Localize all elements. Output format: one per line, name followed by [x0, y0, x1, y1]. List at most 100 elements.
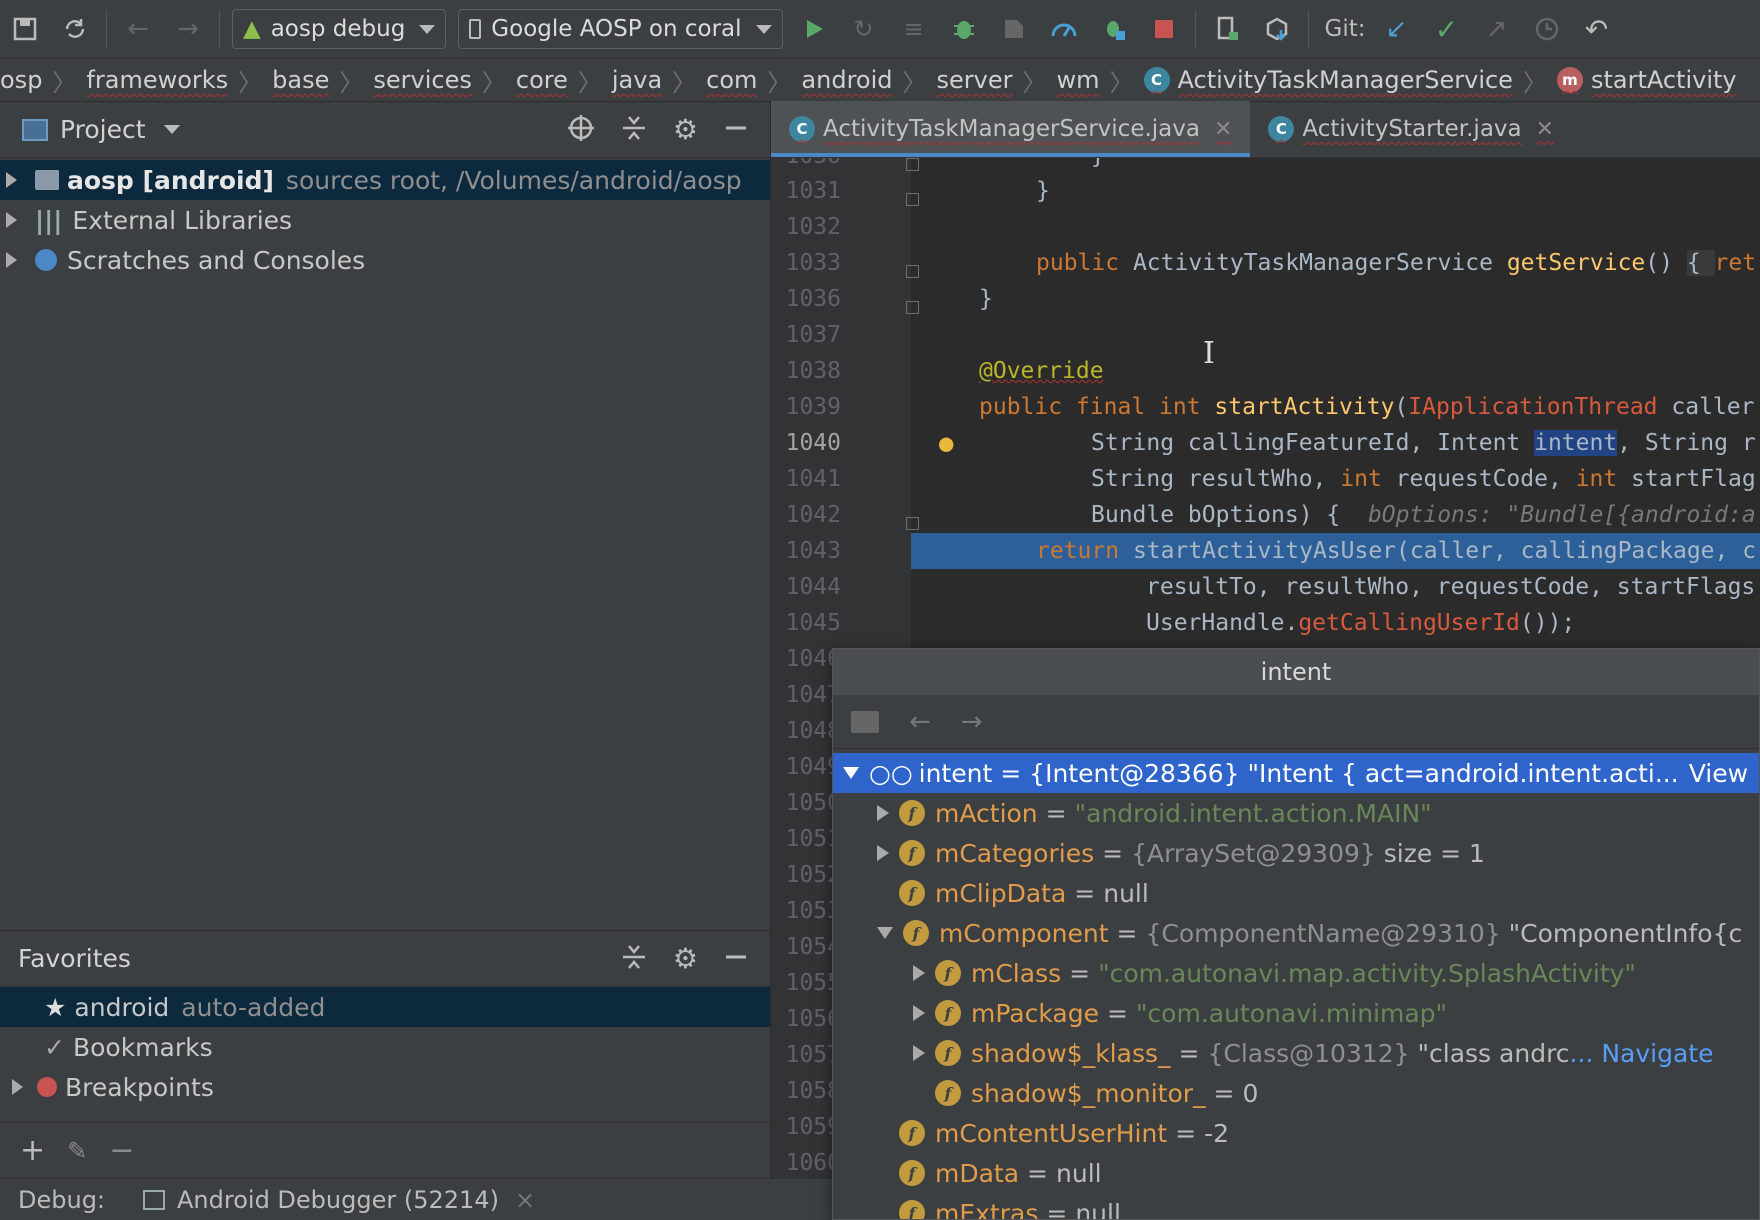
- variable-row[interactable]: f shadow$_klass_ = {Class@10312} "class …: [833, 1033, 1759, 1073]
- favorites-item-bookmarks[interactable]: ✓ Bookmarks: [0, 1027, 770, 1067]
- expand-arrow-icon[interactable]: [913, 1005, 925, 1021]
- breadcrumb-item[interactable]: base: [262, 66, 339, 94]
- favorites-item-android[interactable]: ★ android auto-added: [0, 987, 770, 1027]
- expand-arrow-icon[interactable]: [913, 1045, 925, 1061]
- add-icon[interactable]: +: [20, 1133, 45, 1168]
- variable-row[interactable]: f mAction = "android.intent.action.MAIN": [833, 793, 1759, 833]
- forward-arrow-icon[interactable]: →: [961, 707, 983, 737]
- chevron-down-icon[interactable]: [163, 125, 180, 134]
- profiler-gauge-icon[interactable]: [1046, 11, 1082, 47]
- breadcrumb-item[interactable]: core: [506, 66, 578, 94]
- collapse-all-icon[interactable]: [621, 115, 647, 145]
- stop-icon[interactable]: [1146, 11, 1182, 47]
- run-config-dropdown[interactable]: ▲ aosp debug: [232, 9, 447, 49]
- run-icon[interactable]: [796, 11, 832, 47]
- remove-icon[interactable]: −: [109, 1133, 134, 1168]
- git-rollback-icon[interactable]: ↶: [1579, 11, 1615, 47]
- fold-marker-icon[interactable]: [906, 193, 919, 206]
- close-icon[interactable]: ×: [515, 1186, 535, 1214]
- apply-code-changes-icon[interactable]: ≡: [896, 11, 932, 47]
- tree-item-aosp[interactable]: aosp [android] sources root, /Volumes/an…: [0, 160, 770, 200]
- favorites-item-breakpoints[interactable]: Breakpoints: [0, 1067, 770, 1107]
- code-line-current-execution: 1043 return startActivityAsUser(caller, c…: [771, 533, 1760, 569]
- variable-row[interactable]: f mExtras = null: [833, 1193, 1759, 1219]
- variable-value: -2: [1204, 1118, 1230, 1148]
- git-push-icon[interactable]: ↗: [1479, 11, 1515, 47]
- variable-row[interactable]: f mPackage = "com.autonavi.minimap": [833, 993, 1759, 1033]
- fold-marker-icon[interactable]: [906, 158, 919, 171]
- variable-row[interactable]: f shadow$_monitor_ = 0: [833, 1073, 1759, 1113]
- gear-icon[interactable]: ⚙: [673, 942, 698, 975]
- fold-marker-icon[interactable]: [906, 517, 919, 530]
- separator: [106, 10, 107, 48]
- view-link[interactable]: View: [1689, 759, 1748, 788]
- forward-arrow-icon[interactable]: →: [170, 11, 206, 47]
- variable-row[interactable]: f mClipData = null: [833, 873, 1759, 913]
- sdk-manager-icon[interactable]: [1259, 11, 1295, 47]
- expand-arrow-icon[interactable]: [6, 212, 17, 228]
- breadcrumb-item[interactable]: wm: [1046, 66, 1109, 94]
- apply-changes-icon[interactable]: ↻: [846, 11, 882, 47]
- breadcrumb-item-root[interactable]: osp: [0, 66, 52, 94]
- tree-item-scratches[interactable]: Scratches and Consoles: [0, 240, 770, 280]
- tree-item-external-libraries[interactable]: ||| External Libraries: [0, 200, 770, 240]
- variable-row[interactable]: f mComponent = {ComponentName@29310} "Co…: [833, 913, 1759, 953]
- back-arrow-icon[interactable]: ←: [120, 11, 156, 47]
- profile-icon[interactable]: [996, 11, 1032, 47]
- save-icon[interactable]: [7, 11, 43, 47]
- expand-arrow-icon[interactable]: [12, 1079, 23, 1095]
- variable-row[interactable]: f mCategories = {ArraySet@29309} size = …: [833, 833, 1759, 873]
- breadcrumb-item[interactable]: java: [602, 66, 672, 94]
- git-commit-icon[interactable]: ✓: [1429, 11, 1465, 47]
- variable-row[interactable]: f mClass = "com.autonavi.map.activity.Sp…: [833, 953, 1759, 993]
- tab-activitystarter[interactable]: C ActivityStarter.java ✕: [1250, 101, 1572, 157]
- minimize-icon[interactable]: [724, 945, 748, 973]
- breadcrumb-item[interactable]: frameworks: [76, 66, 238, 94]
- device-manager-icon[interactable]: [1209, 11, 1245, 47]
- fold-marker-icon[interactable]: [906, 265, 919, 278]
- git-history-icon[interactable]: [1529, 11, 1565, 47]
- breadcrumb-method[interactable]: m startActivity: [1547, 66, 1747, 94]
- variable-row[interactable]: f mData = null: [833, 1153, 1759, 1193]
- collapse-arrow-icon[interactable]: [843, 767, 859, 779]
- collapse-all-icon[interactable]: [621, 944, 647, 974]
- locate-icon[interactable]: [567, 114, 595, 146]
- breadcrumb-item[interactable]: com: [696, 66, 767, 94]
- line-number: 1031: [785, 178, 841, 204]
- expand-arrow-icon[interactable]: [913, 965, 925, 981]
- debug-session-tab[interactable]: Android Debugger (52214) ×: [143, 1186, 535, 1214]
- debug-icon[interactable]: [946, 11, 982, 47]
- expand-arrow-icon[interactable]: [877, 805, 889, 821]
- expand-arrow-icon[interactable]: [6, 252, 17, 268]
- variable-value: "android.intent.action.MAIN": [1074, 798, 1432, 828]
- collapse-arrow-icon[interactable]: [877, 927, 893, 939]
- variable-root-row[interactable]: ○○ intent = {Intent@28366} "Intent { act…: [833, 753, 1759, 793]
- git-update-icon[interactable]: ↙: [1379, 11, 1415, 47]
- edit-icon[interactable]: ✎: [67, 1137, 87, 1165]
- navigate-link[interactable]: ... Navigate: [1570, 1039, 1714, 1068]
- expand-arrow-icon[interactable]: [877, 845, 889, 861]
- device-dropdown[interactable]: Google AOSP on coral: [458, 9, 783, 49]
- fold-marker-icon[interactable]: [906, 301, 919, 314]
- minimize-icon[interactable]: [724, 116, 748, 144]
- breadcrumb-item[interactable]: android: [791, 66, 902, 94]
- expand-arrow-icon[interactable]: [6, 172, 17, 188]
- lightbulb-icon[interactable]: ●: [939, 429, 953, 457]
- attach-debugger-icon[interactable]: [1096, 11, 1132, 47]
- close-icon[interactable]: ✕: [1536, 117, 1554, 142]
- sync-icon[interactable]: [57, 11, 93, 47]
- back-arrow-icon[interactable]: ←: [909, 707, 931, 737]
- close-icon[interactable]: ✕: [1214, 117, 1232, 142]
- breadcrumb-item[interactable]: server: [927, 66, 1023, 94]
- line-number: 1053: [785, 898, 841, 924]
- folder-icon[interactable]: [851, 710, 879, 733]
- breadcrumb-item[interactable]: services: [363, 66, 481, 94]
- variable-row[interactable]: f mContentUserHint = -2: [833, 1113, 1759, 1153]
- breadcrumb-class[interactable]: C ActivityTaskManagerService: [1134, 66, 1523, 94]
- git-label: Git:: [1324, 16, 1366, 42]
- project-panel-title[interactable]: Project: [60, 115, 146, 144]
- star-icon: ★: [44, 992, 67, 1022]
- library-icon: |||: [35, 205, 63, 235]
- gear-icon[interactable]: ⚙: [673, 113, 698, 146]
- tab-activitytaskmanagerservice[interactable]: C ActivityTaskManagerService.java ✕: [771, 101, 1251, 157]
